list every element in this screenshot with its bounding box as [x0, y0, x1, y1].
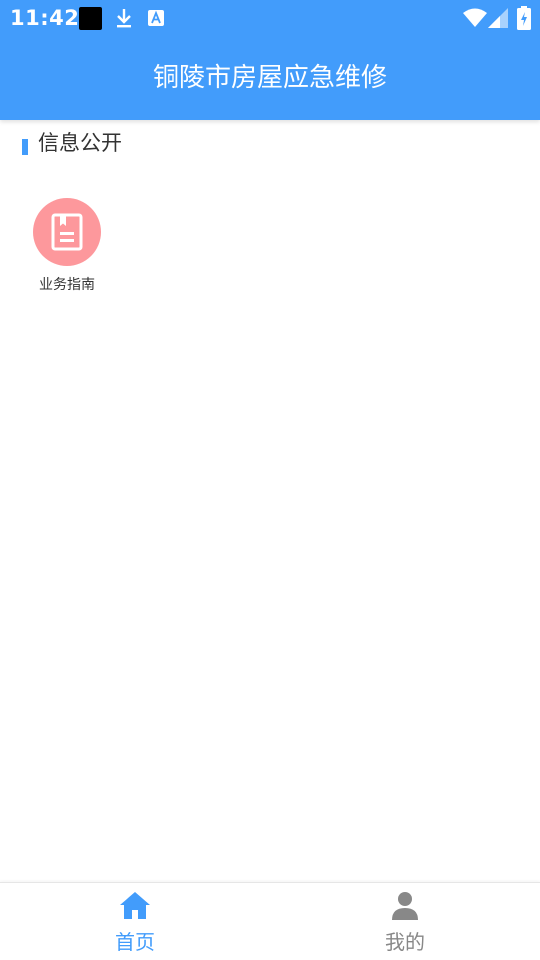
wifi-icon: [463, 8, 487, 27]
signal-icon: [488, 8, 508, 28]
document-icon: [51, 213, 83, 251]
home-icon: [120, 892, 150, 919]
section-header: 信息公开: [22, 128, 122, 158]
tab-mine-label: 我的: [385, 930, 425, 954]
business-guide-icon-circle: [33, 198, 101, 266]
notification-square-icon: [79, 7, 102, 30]
tab-home-label: 首页: [115, 930, 155, 954]
tab-home[interactable]: 首页: [0, 883, 270, 960]
grid-item-business-guide[interactable]: 业务指南: [28, 198, 106, 294]
person-icon: [392, 892, 418, 920]
bottom-tab-bar: 首页 我的: [0, 882, 540, 960]
app-header: 11:42 铜陵市房屋应急维修: [0, 0, 540, 120]
status-bar: 11:42: [0, 0, 540, 38]
download-icon: [117, 9, 131, 28]
section-title: 信息公开: [38, 131, 122, 155]
battery-icon: [517, 6, 531, 30]
section-accent-bar: [22, 139, 28, 155]
page-title: 铜陵市房屋应急维修: [152, 63, 387, 93]
status-time: 11:42: [10, 6, 80, 30]
font-a-icon: [148, 10, 164, 26]
grid-item-label: 业务指南: [39, 277, 95, 293]
tab-mine[interactable]: 我的: [270, 883, 540, 960]
app-screen: 11:42 铜陵市房屋应急维修 信息公开 业务指南 首页 我的: [0, 0, 540, 960]
